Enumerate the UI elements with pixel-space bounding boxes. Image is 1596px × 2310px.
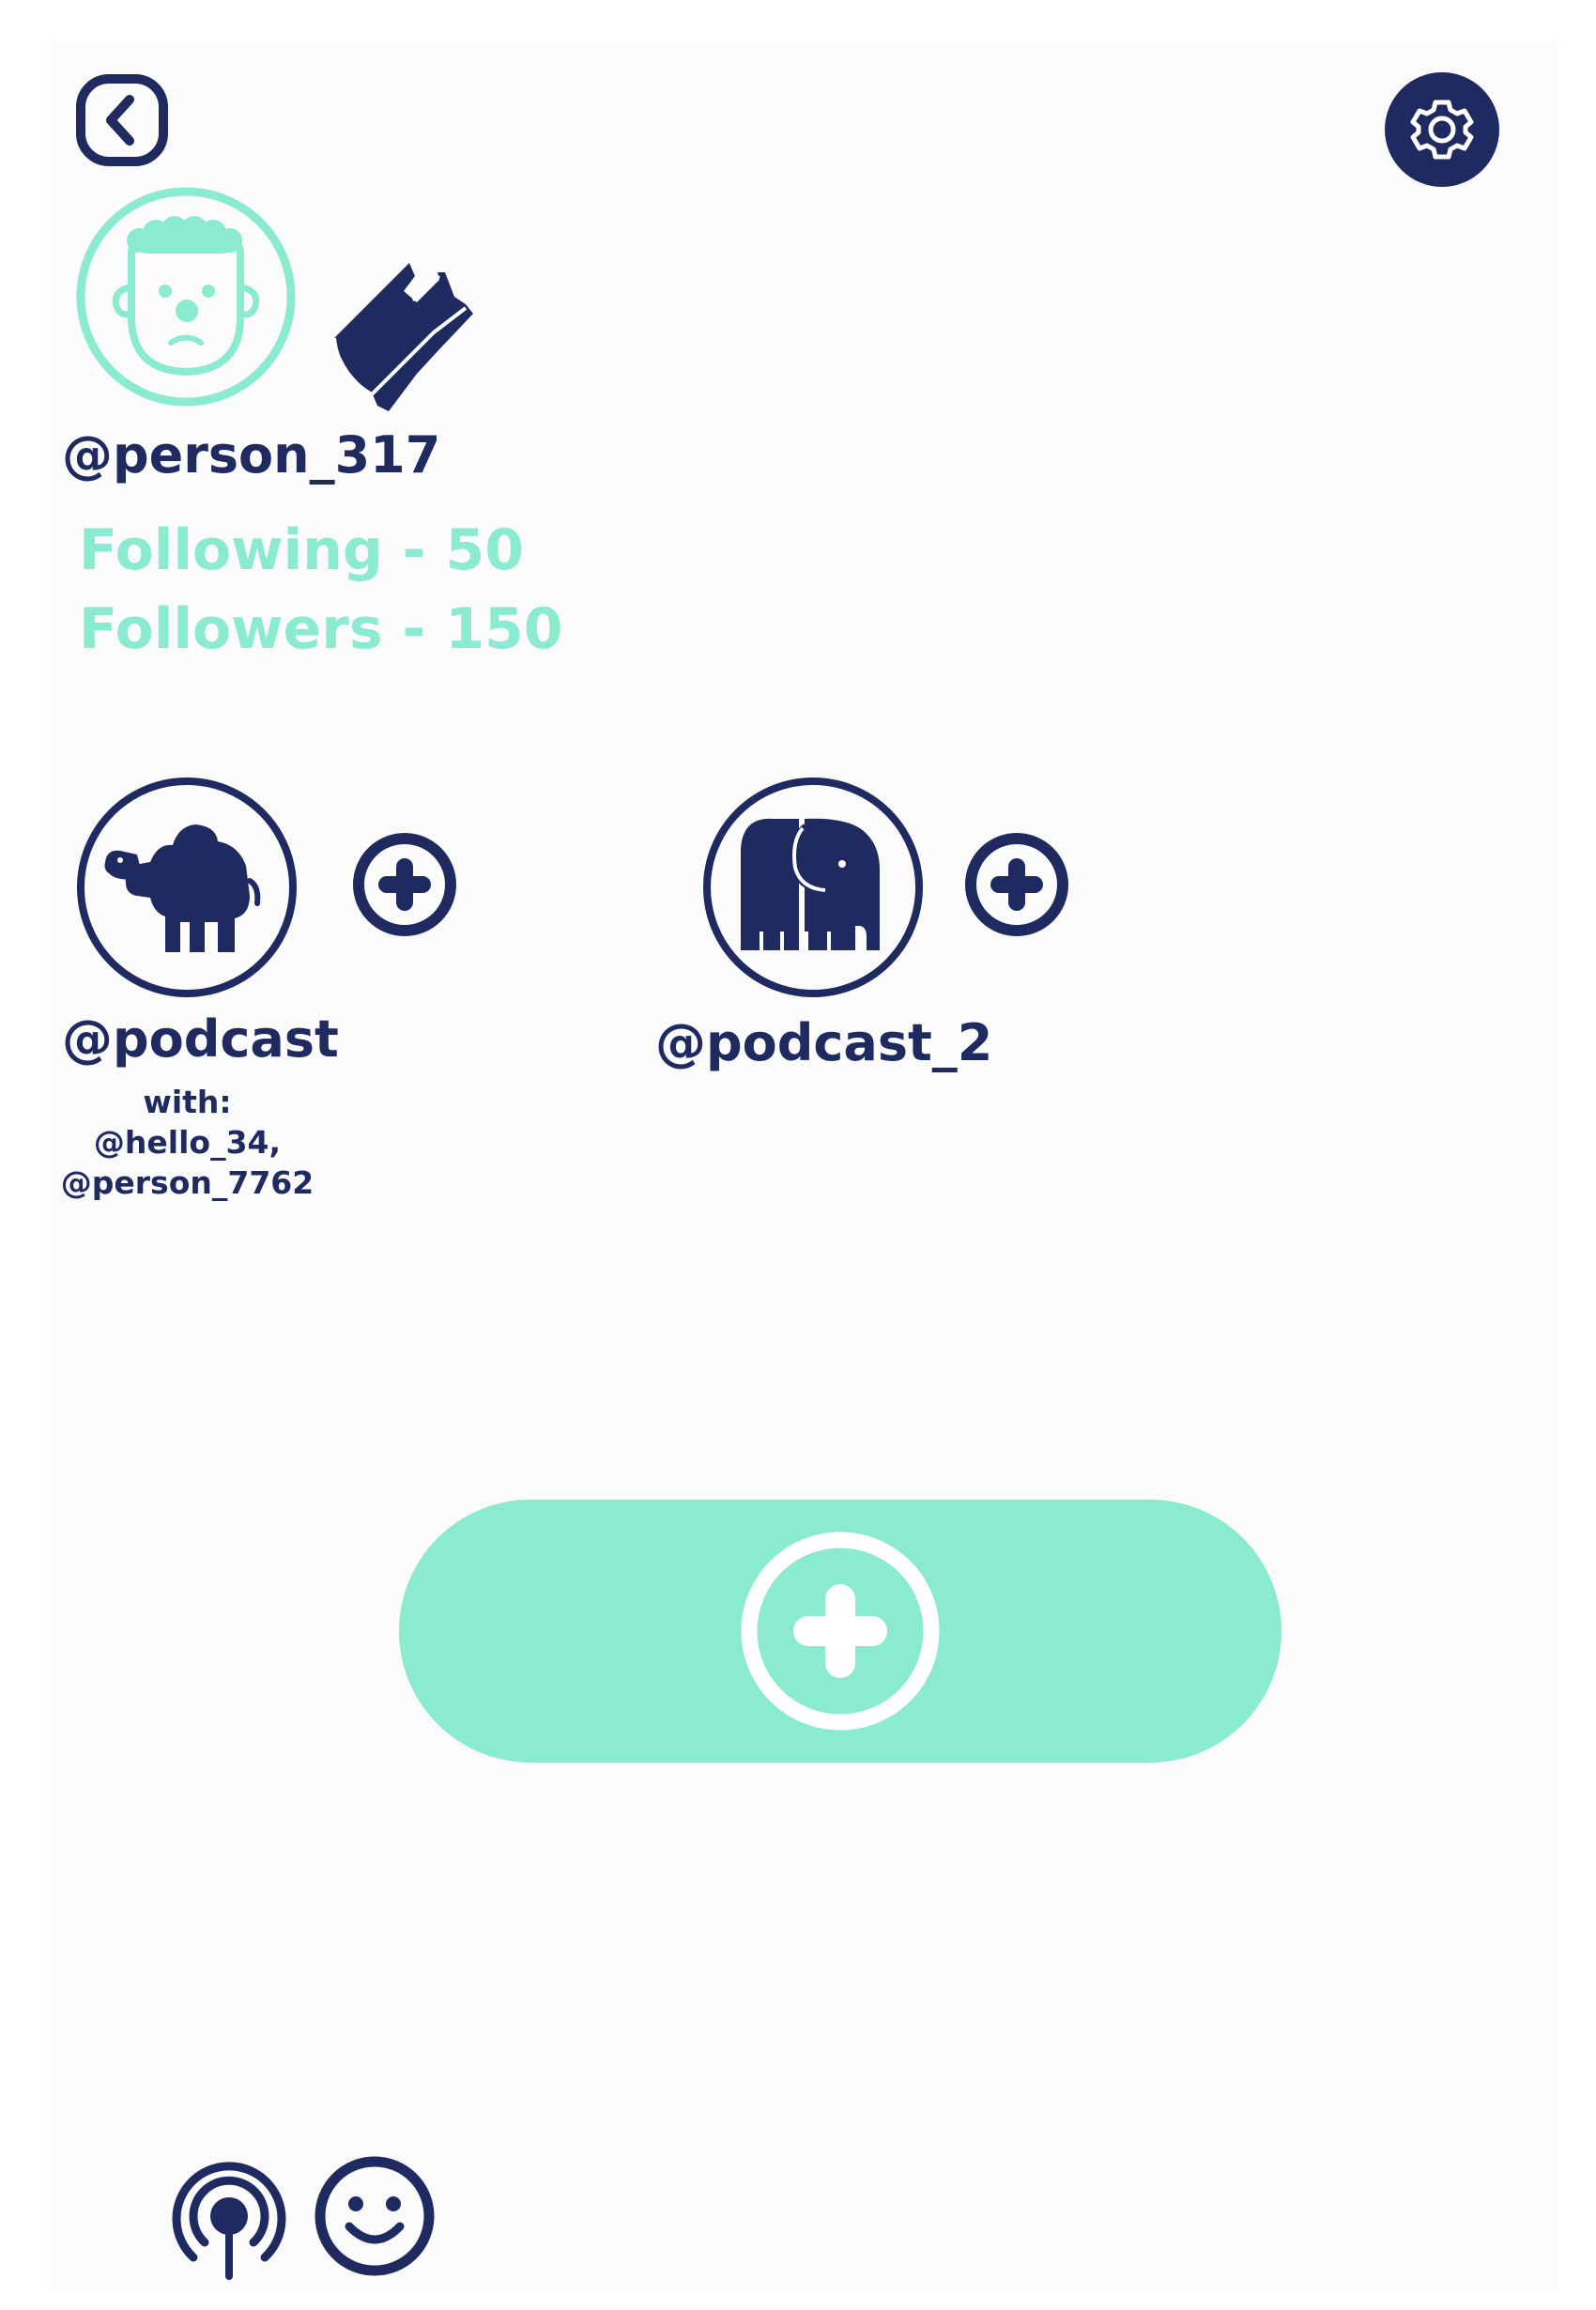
plus-circle-icon (741, 1532, 940, 1731)
profile-username: @person_317 (62, 425, 441, 485)
podcast-name[interactable]: @podcast (62, 1007, 339, 1072)
plus-circle-icon (353, 833, 456, 936)
podcast-subscribe-button[interactable] (964, 832, 1069, 937)
followers-count[interactable]: Followers - 150 (79, 590, 562, 669)
plastic-bag-badge (315, 235, 494, 413)
podcast-name[interactable]: @podcast_2 (655, 1010, 992, 1076)
create-podcast-button[interactable] (399, 1500, 1281, 1763)
collaborator-username[interactable]: @hello_34, (58, 1122, 316, 1163)
elephant-icon (703, 778, 923, 997)
nav-profile-button[interactable] (314, 2155, 436, 2277)
plus-circle-icon (965, 833, 1068, 936)
smiley-icon (315, 2156, 435, 2276)
following-count[interactable]: Following - 50 (79, 511, 524, 590)
face-icon (76, 187, 296, 407)
gear-icon (1385, 72, 1499, 187)
nav-podcasts-button[interactable] (165, 2152, 293, 2284)
with-label: with: (143, 1084, 232, 1120)
podcast-subscribe-button[interactable] (352, 832, 457, 937)
camel-icon (77, 778, 297, 997)
podcast-broadcast-icon (172, 2162, 286, 2280)
podcast-avatar[interactable] (75, 776, 299, 999)
podcast-avatar[interactable] (701, 776, 925, 999)
settings-button[interactable] (1385, 72, 1499, 187)
podcast-collaborators: with: @hello_34, @person_7762 (58, 1082, 316, 1203)
chevron-left-icon (76, 74, 168, 166)
plastic-bag-icon (332, 263, 473, 411)
collaborator-username[interactable]: @person_7762 (58, 1163, 316, 1203)
back-button[interactable] (75, 73, 169, 167)
profile-avatar[interactable] (75, 186, 297, 408)
